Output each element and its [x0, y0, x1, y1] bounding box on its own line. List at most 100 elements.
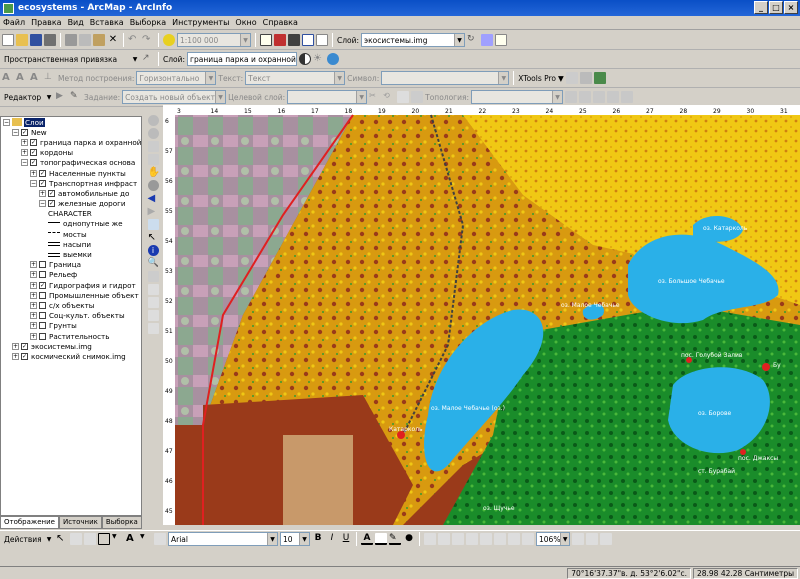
font-combo[interactable]: Arial ▼: [168, 532, 278, 546]
rotate-element-icon[interactable]: [70, 533, 82, 545]
toc-layer[interactable]: + ✓ кордоны: [1, 148, 141, 158]
editor-toolbar-icon[interactable]: [260, 34, 272, 46]
close-button[interactable]: ×: [784, 1, 798, 14]
toc-layer[interactable]: − ✓ топографическая основа: [1, 158, 141, 168]
find-icon[interactable]: 🔍: [148, 258, 159, 269]
layer-combo[interactable]: экосистемы.img ▼: [361, 33, 466, 47]
collapse-icon[interactable]: −: [12, 128, 19, 136]
add-data-icon[interactable]: [163, 34, 175, 46]
select-element-icon[interactable]: ↖: [56, 533, 68, 545]
undo-icon[interactable]: ↶: [128, 34, 140, 46]
font-color-icon[interactable]: A: [361, 533, 373, 545]
expand-icon[interactable]: +: [30, 301, 37, 309]
command-line-icon[interactable]: [302, 34, 314, 46]
toc-layer[interactable]: + с/х объекты: [1, 300, 141, 310]
help-icon[interactable]: [316, 34, 328, 46]
toc-layer[interactable]: + Растительность: [1, 331, 141, 341]
layout-tool-9-icon[interactable]: [572, 533, 584, 545]
arctoolbox-icon[interactable]: [274, 34, 286, 46]
full-extent-icon[interactable]: [147, 180, 159, 191]
menu-window[interactable]: Окно: [232, 18, 259, 27]
layer-visibility-checkbox[interactable]: [39, 301, 46, 309]
expand-icon[interactable]: +: [12, 342, 19, 350]
toc-layer[interactable]: − ✓ Транспортная инфраст: [1, 178, 141, 188]
toc-layer[interactable]: + Промышленные объект: [1, 290, 141, 300]
menu-help[interactable]: Справка: [260, 18, 301, 27]
redo-icon[interactable]: ↷: [142, 34, 154, 46]
xtools-table-icon[interactable]: [579, 72, 592, 84]
layer-visibility-checkbox[interactable]: ✓: [39, 169, 46, 177]
text-tool-icon[interactable]: A: [126, 533, 138, 545]
fixed-zoom-out-icon[interactable]: [147, 154, 159, 165]
toc-layer[interactable]: + ✓ автомобильные до: [1, 188, 141, 198]
topology-edit-icon[interactable]: [565, 91, 578, 103]
split-icon[interactable]: ✂: [369, 91, 381, 103]
adjust-icon[interactable]: [147, 323, 159, 334]
toc-layer[interactable]: выемки: [1, 249, 141, 259]
layer-visibility-checkbox[interactable]: [39, 261, 46, 269]
refresh-icon[interactable]: ↻: [467, 34, 479, 46]
zoom-out-icon[interactable]: [147, 128, 159, 139]
line-color-icon[interactable]: ✎: [389, 533, 401, 545]
rotate-icon[interactable]: ⟲: [383, 91, 395, 103]
identify-icon[interactable]: i: [147, 245, 159, 256]
arccatalog-icon[interactable]: [288, 34, 300, 46]
toc-root[interactable]: − Слои: [1, 117, 141, 127]
expand-icon[interactable]: +: [30, 169, 37, 177]
fixed-zoom-in-icon[interactable]: [147, 141, 159, 152]
collapse-icon[interactable]: −: [30, 179, 37, 187]
back-icon[interactable]: ◀: [148, 193, 159, 204]
measure-icon[interactable]: [147, 271, 159, 282]
font-size-combo[interactable]: 10 ▼: [280, 532, 310, 546]
toc-layer[interactable]: + Рельеф: [1, 270, 141, 280]
select-elements-icon[interactable]: ↖: [148, 232, 159, 243]
expand-icon[interactable]: +: [30, 281, 37, 289]
expand-icon[interactable]: +: [12, 352, 19, 360]
rectangle-icon[interactable]: [98, 533, 110, 545]
toc-layer[interactable]: + ✓ Гидрография и гидрот: [1, 280, 141, 290]
map-view[interactable]: 3 14 15 16 17 18 19 20 21 22 23 24 25 26 27 28 29 30 31 6 5…: [163, 105, 800, 525]
actions-menu[interactable]: Действия ▼: [2, 532, 54, 546]
spatial-adjustment-menu[interactable]: Пространственная привязка ▼: [2, 52, 140, 66]
toc-layer[interactable]: + ✓ космический снимок.img: [1, 351, 141, 361]
new-icon[interactable]: [2, 34, 14, 46]
underline-icon[interactable]: U: [340, 533, 352, 545]
marker-color-icon[interactable]: ●: [403, 533, 415, 545]
fill-color-icon[interactable]: [375, 533, 387, 545]
edit-vertices-icon[interactable]: [154, 533, 166, 545]
brightness-icon[interactable]: ☀: [313, 53, 325, 65]
collapse-icon[interactable]: −: [3, 118, 10, 126]
expand-icon[interactable]: +: [30, 261, 37, 269]
expand-icon[interactable]: +: [30, 332, 37, 340]
layer-visibility-checkbox[interactable]: ✓: [48, 200, 55, 208]
map-canvas[interactable]: 3 14 15 16 17 18 19 20 21 22 23 24 25 26 27 28 29 30 31 6 5…: [163, 105, 800, 525]
toc-layer[interactable]: мосты: [1, 229, 141, 239]
layout-tool-5-icon[interactable]: [480, 533, 492, 545]
tab-display[interactable]: Отображение: [0, 517, 59, 529]
layer-visibility-checkbox[interactable]: ✓: [30, 138, 37, 146]
layer-visibility-checkbox[interactable]: [39, 322, 46, 330]
layer-visibility-checkbox[interactable]: ✓: [21, 352, 28, 360]
layer-visibility-checkbox[interactable]: ✓: [21, 128, 28, 136]
layout-tool-4-icon[interactable]: [466, 533, 478, 545]
copy-icon[interactable]: [79, 34, 91, 46]
hyperlink-icon[interactable]: [147, 284, 159, 295]
save-icon[interactable]: [30, 34, 42, 46]
layout-tool-10-icon[interactable]: [586, 533, 598, 545]
layer-visibility-checkbox[interactable]: ✓: [30, 159, 37, 167]
topology-validate-icon[interactable]: [593, 91, 606, 103]
xtools-map-icon[interactable]: [593, 72, 606, 84]
topology-fix-icon[interactable]: [621, 91, 634, 103]
spatial-layer-combo[interactable]: граница парка и охранной зоны▼: [187, 52, 298, 66]
toc-layer[interactable]: CHARACTER: [1, 209, 141, 219]
toc-layer[interactable]: насыпи: [1, 239, 141, 249]
layer-visibility-checkbox[interactable]: [39, 332, 46, 340]
pin-icon[interactable]: ⊥: [44, 72, 56, 84]
globe-icon[interactable]: [327, 53, 340, 65]
attributes-icon[interactable]: [397, 91, 410, 103]
toc-layer[interactable]: + Грунты: [1, 321, 141, 331]
effects-icon[interactable]: [481, 34, 494, 46]
paste-icon[interactable]: [93, 34, 105, 46]
menu-file[interactable]: Файл: [0, 18, 28, 27]
maximize-button[interactable]: □: [769, 1, 783, 14]
